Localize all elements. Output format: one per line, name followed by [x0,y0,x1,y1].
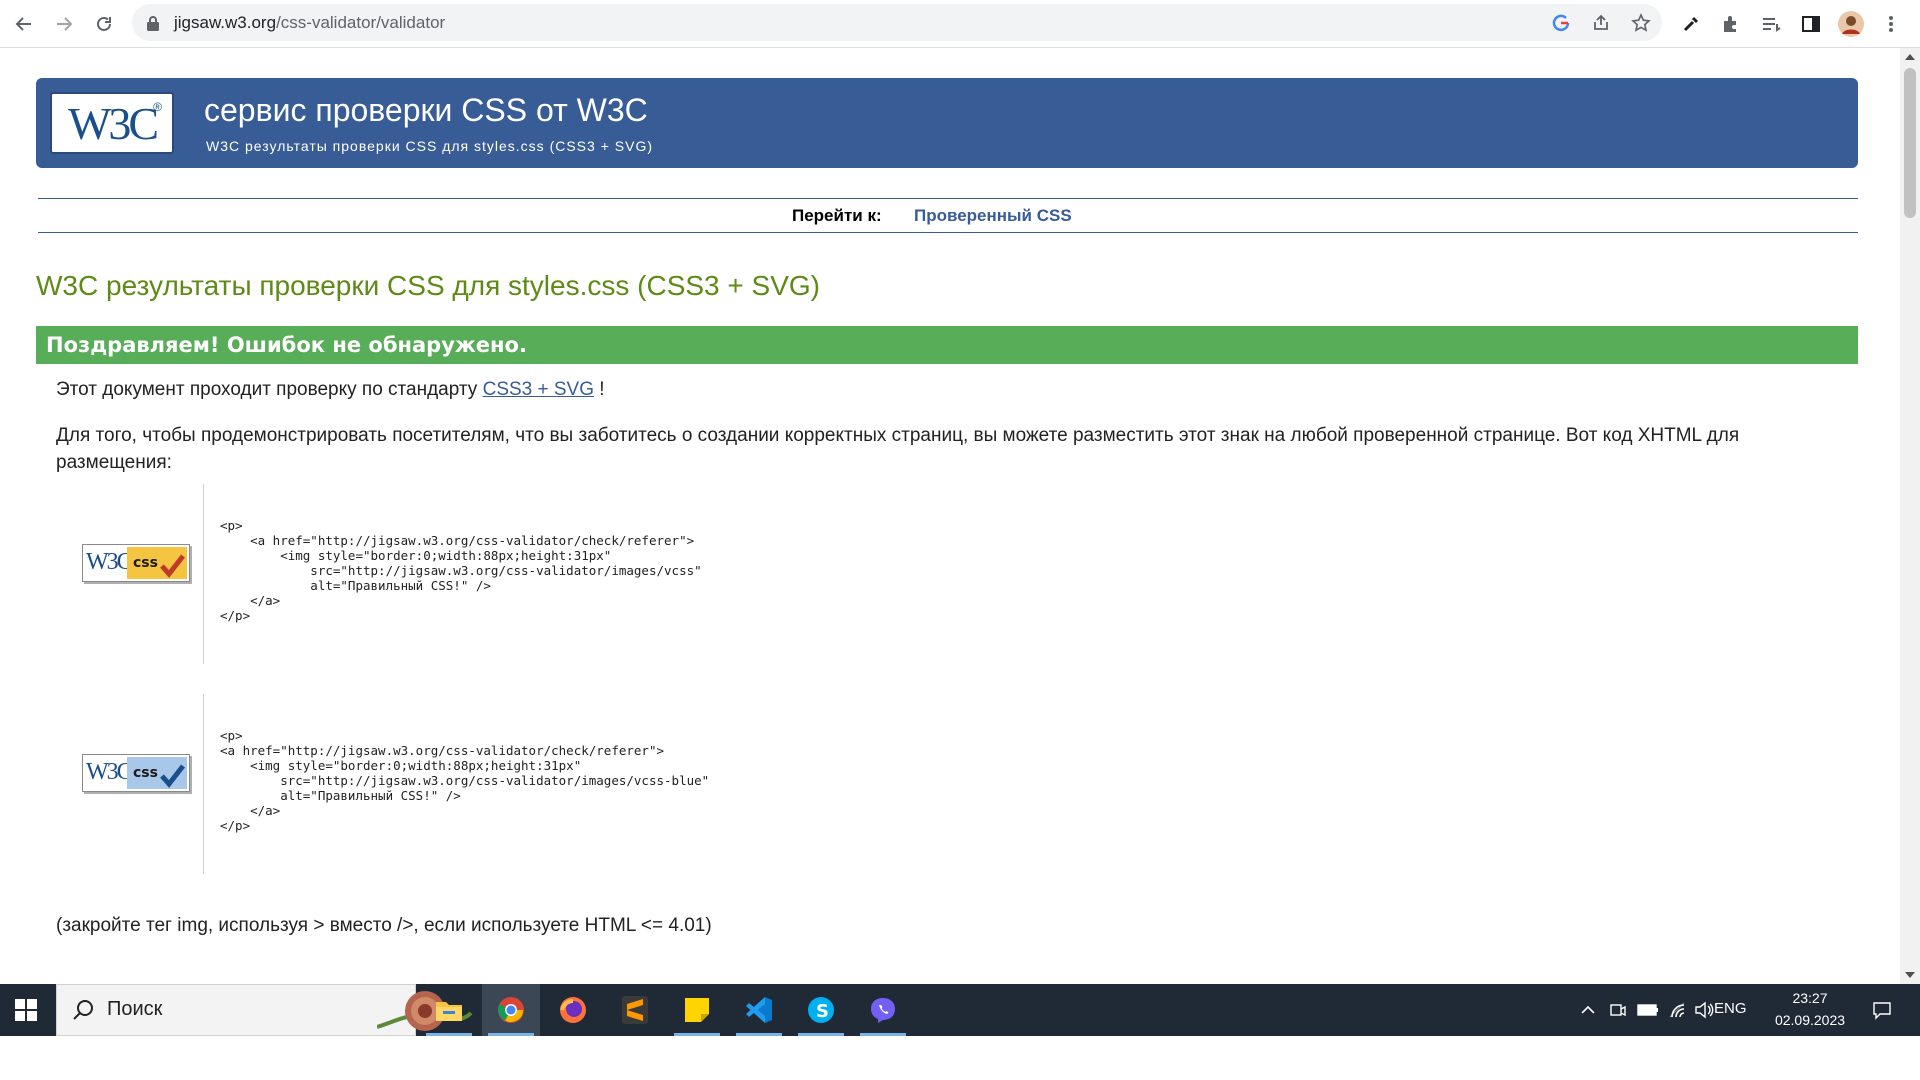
back-button[interactable] [6,6,42,42]
taskbar-skype[interactable]: S [792,984,850,1036]
google-lens-icon[interactable] [1550,12,1572,34]
page-subtitle: W3C результаты проверки CSS для styles.c… [206,138,653,154]
taskbar-vscode[interactable] [730,984,788,1036]
taskbar-sublime-text[interactable] [606,984,664,1036]
firefox-icon [560,997,586,1023]
success-message: Поздравляем! Ошибок не обнаружено. [46,333,527,357]
sticky-notes-icon [685,998,709,1022]
taskbar-search-box[interactable]: Поиск [56,984,473,1036]
profile-avatar[interactable] [1836,9,1866,39]
taskbar-sticky-notes[interactable] [668,984,726,1036]
reload-icon [97,16,111,31]
taskbar-firefox[interactable] [544,984,602,1036]
badge-gold-section: W3C css <p> <a href="http://jigsaw.w3.or… [60,484,800,664]
pass-suffix: ! [594,379,605,400]
address-bar[interactable]: jigsaw.w3.org/css-validator/validator [132,4,1662,41]
search-icon [73,1000,93,1020]
chrome-icon [498,997,524,1023]
tray-overflow-chevron-icon[interactable] [1576,998,1600,1022]
share-icon[interactable] [1590,12,1612,34]
divider [38,198,1858,199]
back-arrow-icon [15,17,31,31]
vscode-icon [746,997,772,1023]
forward-button[interactable] [46,6,82,42]
volume-icon[interactable] [1692,998,1716,1022]
blue-checkmark-icon [160,764,185,788]
scroll-down-icon[interactable] [1905,972,1915,978]
html-version-note: (закройте тег img, используя > вместо />… [56,915,712,936]
battery-icon[interactable] [1636,998,1660,1022]
windows-logo-icon [15,999,37,1021]
chrome-menu-icon[interactable] [1876,9,1906,39]
pass-prefix: Этот документ проходит проверку по станд… [56,379,483,400]
page-viewport: W3C ® сервис проверки CSS от W3C W3C рез… [0,48,1900,984]
eyedropper-extension-icon[interactable] [1676,9,1706,39]
vertical-scrollbar[interactable] [1900,48,1920,984]
clock-time[interactable]: 23:27 [1770,990,1850,1006]
badge-blue-code: <p> <a href="http://jigsaw.w3.org/css-va… [220,728,710,833]
jump-to-label: Перейти к: [792,206,882,225]
screen-margin [0,1036,1920,1080]
success-banner: Поздравляем! Ошибок не обнаружено. [36,326,1858,364]
badge-blue-section: W3C css <p> <a href="http://jigsaw.w3.or… [60,694,800,874]
search-placeholder: Поиск [107,998,163,1020]
clock-date[interactable]: 02.09.2023 [1770,1012,1850,1028]
windows-taskbar: Поиск S ENG 23:27 02.09.2023 [0,984,1920,1036]
scroll-up-icon[interactable] [1905,54,1915,60]
url-text: jigsaw.w3.org/css-validator/validator [174,13,446,32]
results-heading: W3C результаты проверки CSS для styles.c… [36,270,820,301]
w3c-logo-text: W3C [67,97,159,149]
svg-text:S: S [816,1001,829,1022]
valid-css-badge-gold[interactable]: W3C css [82,544,190,582]
side-panel-icon[interactable] [1796,9,1826,39]
folder-icon [436,1002,462,1021]
sublime-text-icon [622,996,648,1024]
lock-icon [147,16,159,31]
browser-toolbar: jigsaw.w3.org/css-validator/validator [0,0,1920,48]
wifi-icon[interactable] [1666,998,1690,1022]
reading-list-icon[interactable] [1756,9,1786,39]
header-banner: W3C ® сервис проверки CSS от W3C W3C рез… [36,78,1858,168]
scroll-thumb[interactable] [1904,68,1916,218]
w3c-registered-mark: ® [153,100,162,114]
bookmark-star-icon[interactable] [1630,12,1652,34]
viber-icon [871,998,895,1023]
display-badge-text: Для того, чтобы продемонстрировать посет… [56,425,1740,473]
reload-button[interactable] [86,6,122,42]
badge-w3c-text: W3C [86,549,133,575]
badge-gold-code: <p> <a href="http://jigsaw.w3.org/css-va… [220,518,702,623]
w3c-logo[interactable]: W3C ® [50,92,174,154]
forward-arrow-icon [57,17,73,31]
input-language[interactable]: ENG [1714,1000,1747,1017]
start-button[interactable] [0,984,52,1036]
skype-icon: S [808,997,834,1023]
taskbar-file-explorer[interactable] [420,984,478,1036]
divider [203,484,204,664]
pass-statement: Этот документ проходит проверку по станд… [56,376,605,403]
page-title: сервис проверки CSS от W3C [204,92,648,128]
taskbar-chrome[interactable] [482,984,540,1036]
meet-now-icon[interactable] [1606,998,1630,1022]
notifications-icon[interactable] [1870,998,1894,1022]
jump-to-validated-css-link[interactable]: Проверенный CSS [914,206,1072,226]
extensions-puzzle-icon[interactable] [1716,9,1746,39]
taskbar-viber[interactable] [854,984,912,1036]
badge-w3c-text: W3C [86,759,133,785]
red-checkmark-icon [160,554,185,578]
css3-svg-link[interactable]: CSS3 + SVG [483,379,594,400]
divider [38,232,1858,233]
divider [203,694,204,874]
valid-css-badge-blue[interactable]: W3C css [82,754,190,792]
